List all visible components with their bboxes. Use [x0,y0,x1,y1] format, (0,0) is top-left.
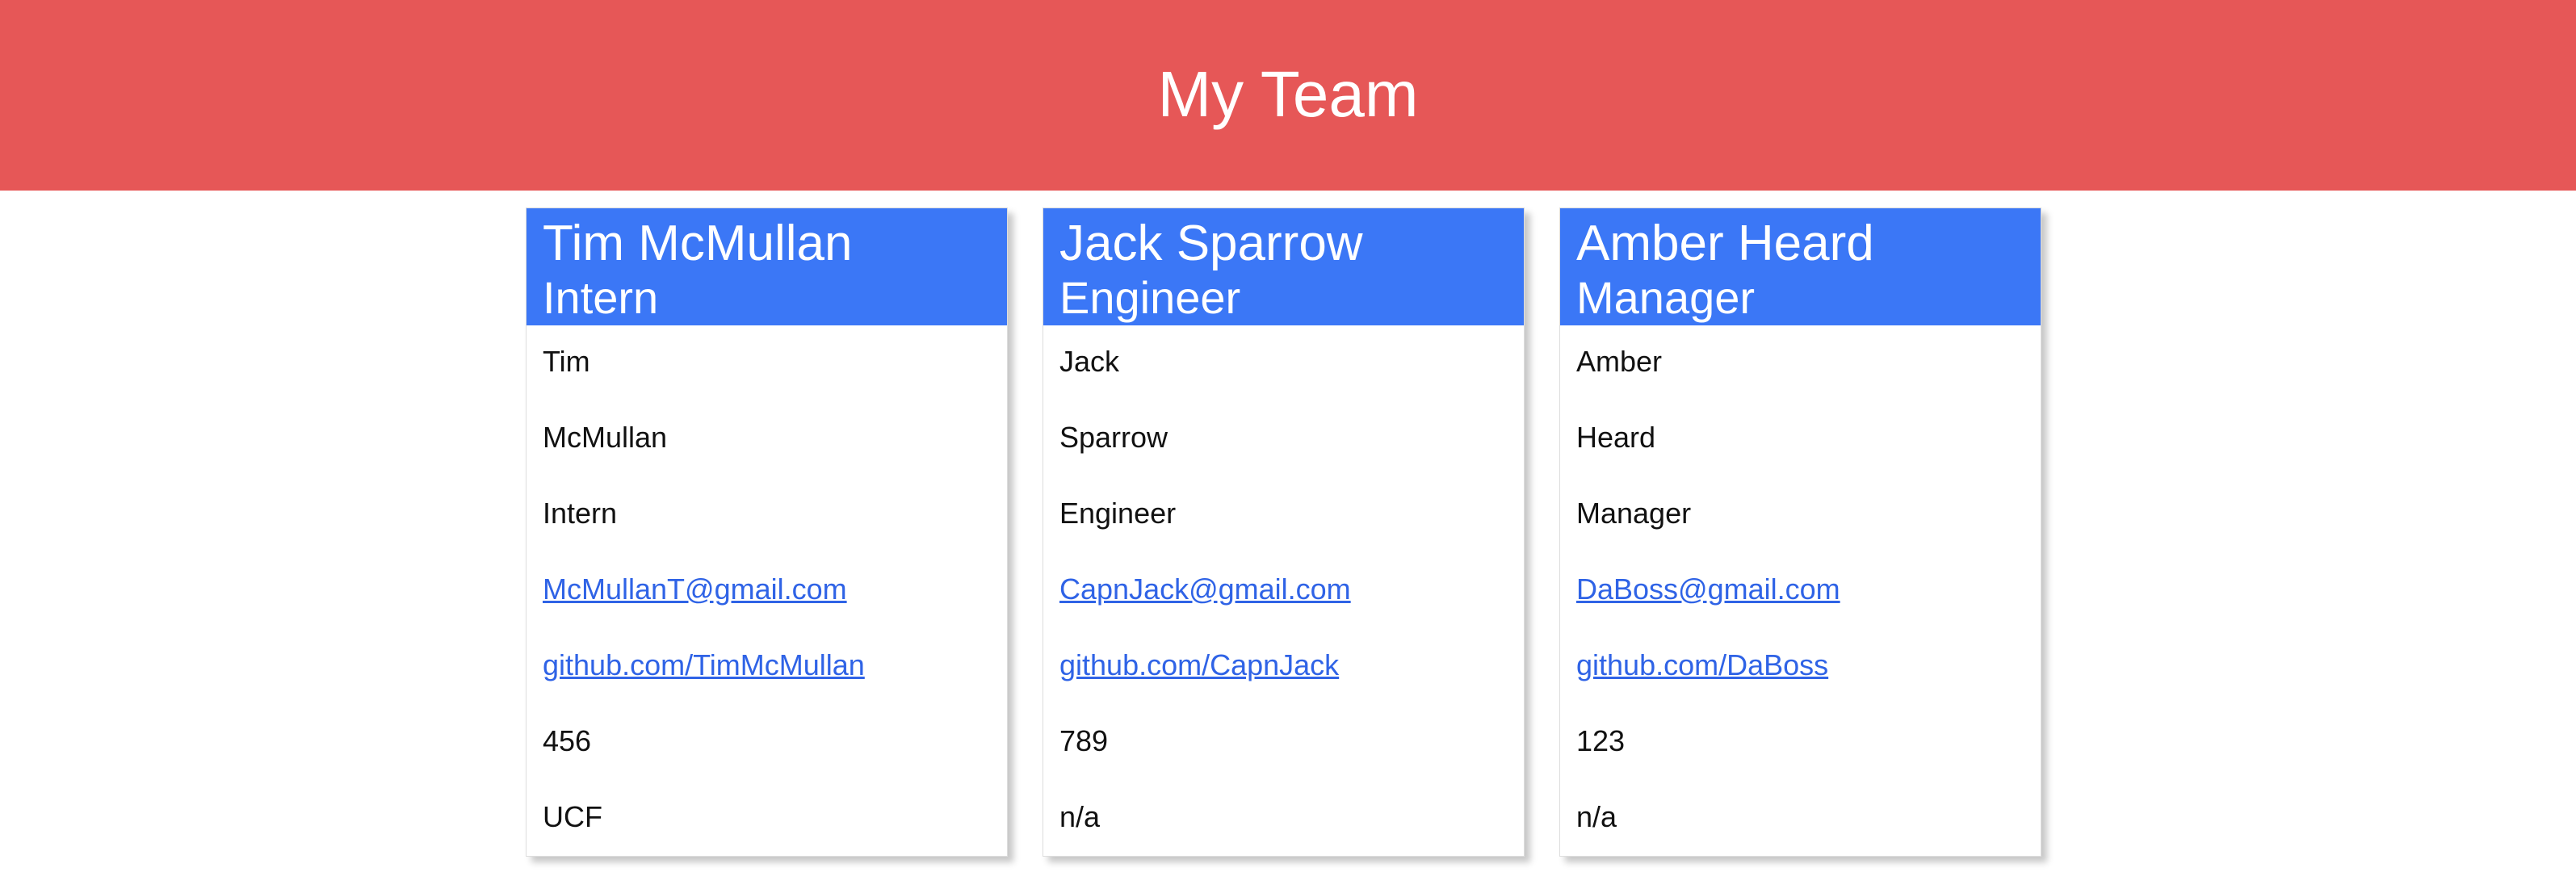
first-name: Tim [543,345,590,378]
card-header: Tim McMullan Intern [527,208,1007,325]
employee-title: Engineer [1059,497,1177,530]
employee-name: Amber Heard [1576,216,1874,271]
page-title: My Team [1157,58,1419,130]
employee-card: Jack Sparrow Engineer Jack Sparrow Engin… [1043,208,1525,857]
last-name: Heard [1576,421,1656,454]
github-link[interactable]: github.com/TimMcMullan [543,648,865,683]
employee-id: 456 [543,724,592,757]
employee-card: Tim McMullan Intern Tim McMullan Intern … [526,208,1008,857]
employee-title: Manager [1576,497,1692,530]
employee-card: Amber Heard Manager Amber Heard Manager … [1559,208,2041,857]
employee-name: Jack Sparrow [1059,216,1363,271]
first-name: Jack [1059,345,1120,378]
first-name: Amber [1576,345,1663,378]
email-link[interactable]: McMullanT@gmail.com [543,572,847,607]
email-link[interactable]: DaBoss@gmail.com [1576,572,1840,607]
card-header: Amber Heard Manager [1560,208,2041,325]
employee-role: Intern [543,272,659,323]
employee-role: Engineer [1059,272,1241,323]
employee-id: 123 [1576,724,1626,757]
email-link[interactable]: CapnJack@gmail.com [1059,572,1351,607]
employee-title: Intern [543,497,618,530]
team-cards: Tim McMullan Intern Tim McMullan Intern … [526,208,2044,857]
extra-info: n/a [1576,800,1617,833]
employee-name: Tim McMullan [543,216,853,271]
employee-role: Manager [1576,272,1756,323]
card-header: Jack Sparrow Engineer [1043,208,1524,325]
page-header: My Team [0,0,2576,191]
employee-id: 789 [1059,724,1109,757]
extra-info: UCF [543,800,602,833]
extra-info: n/a [1059,800,1101,833]
last-name: Sparrow [1059,421,1168,454]
github-link[interactable]: github.com/CapnJack [1059,648,1339,683]
github-link[interactable]: github.com/DaBoss [1576,648,1828,683]
last-name: McMullan [543,421,668,454]
